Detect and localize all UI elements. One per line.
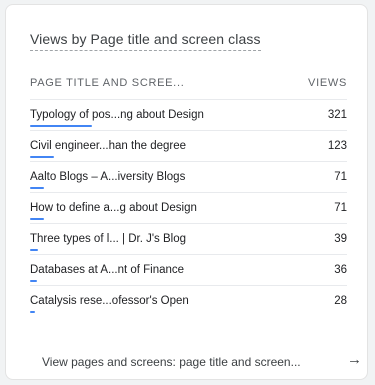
row-page-title: How to define a...g about Design <box>30 202 197 214</box>
table-row[interactable]: Databases at A...nt of Finance 36 <box>30 254 347 285</box>
view-pages-and-screens-link[interactable]: View pages and screens: page title and s… <box>42 355 301 369</box>
table-row[interactable]: Three types of l... | Dr. J's Blog 39 <box>30 223 347 254</box>
row-views-bar <box>30 249 38 251</box>
row-views: 28 <box>334 295 347 307</box>
row-views: 321 <box>327 109 347 121</box>
column-header-views[interactable]: VIEWS <box>308 77 347 89</box>
row-views: 71 <box>334 202 347 214</box>
column-header-page-title[interactable]: PAGE TITLE AND SCREE... <box>30 77 184 89</box>
row-views-bar <box>30 156 54 158</box>
row-views: 36 <box>334 264 347 276</box>
row-views-bar <box>30 125 92 127</box>
row-views-bar <box>30 280 37 282</box>
views-by-page-card: Views by Page title and screen class PAG… <box>5 4 368 380</box>
table-row[interactable]: Civil engineer...han the degree 123 <box>30 130 347 161</box>
row-views: 123 <box>327 140 347 152</box>
row-views-bar <box>30 187 44 189</box>
row-page-title: Aalto Blogs – A...iversity Blogs <box>30 171 186 183</box>
row-page-title: Three types of l... | Dr. J's Blog <box>30 233 187 245</box>
row-views-bar <box>30 311 35 313</box>
row-page-title: Civil engineer...han the degree <box>30 140 186 152</box>
table-body: Typology of pos...ng about Design 321 Ci… <box>30 99 347 316</box>
table-row[interactable]: Typology of pos...ng about Design 321 <box>30 99 347 130</box>
row-page-title: Catalysis rese...ofessor's Open <box>30 295 189 307</box>
table-row[interactable]: How to define a...g about Design 71 <box>30 192 347 223</box>
row-views-bar <box>30 218 44 220</box>
row-views: 39 <box>334 233 347 245</box>
table-row[interactable]: Catalysis rese...ofessor's Open 28 <box>30 285 347 316</box>
arrow-right-icon[interactable]: → <box>347 351 362 368</box>
table-header: PAGE TITLE AND SCREE... VIEWS <box>30 77 347 93</box>
row-views: 71 <box>334 171 347 183</box>
table-row[interactable]: Aalto Blogs – A...iversity Blogs 71 <box>30 161 347 192</box>
row-page-title: Databases at A...nt of Finance <box>30 264 185 276</box>
card-title[interactable]: Views by Page title and screen class <box>30 31 261 51</box>
row-page-title: Typology of pos...ng about Design <box>30 109 204 121</box>
